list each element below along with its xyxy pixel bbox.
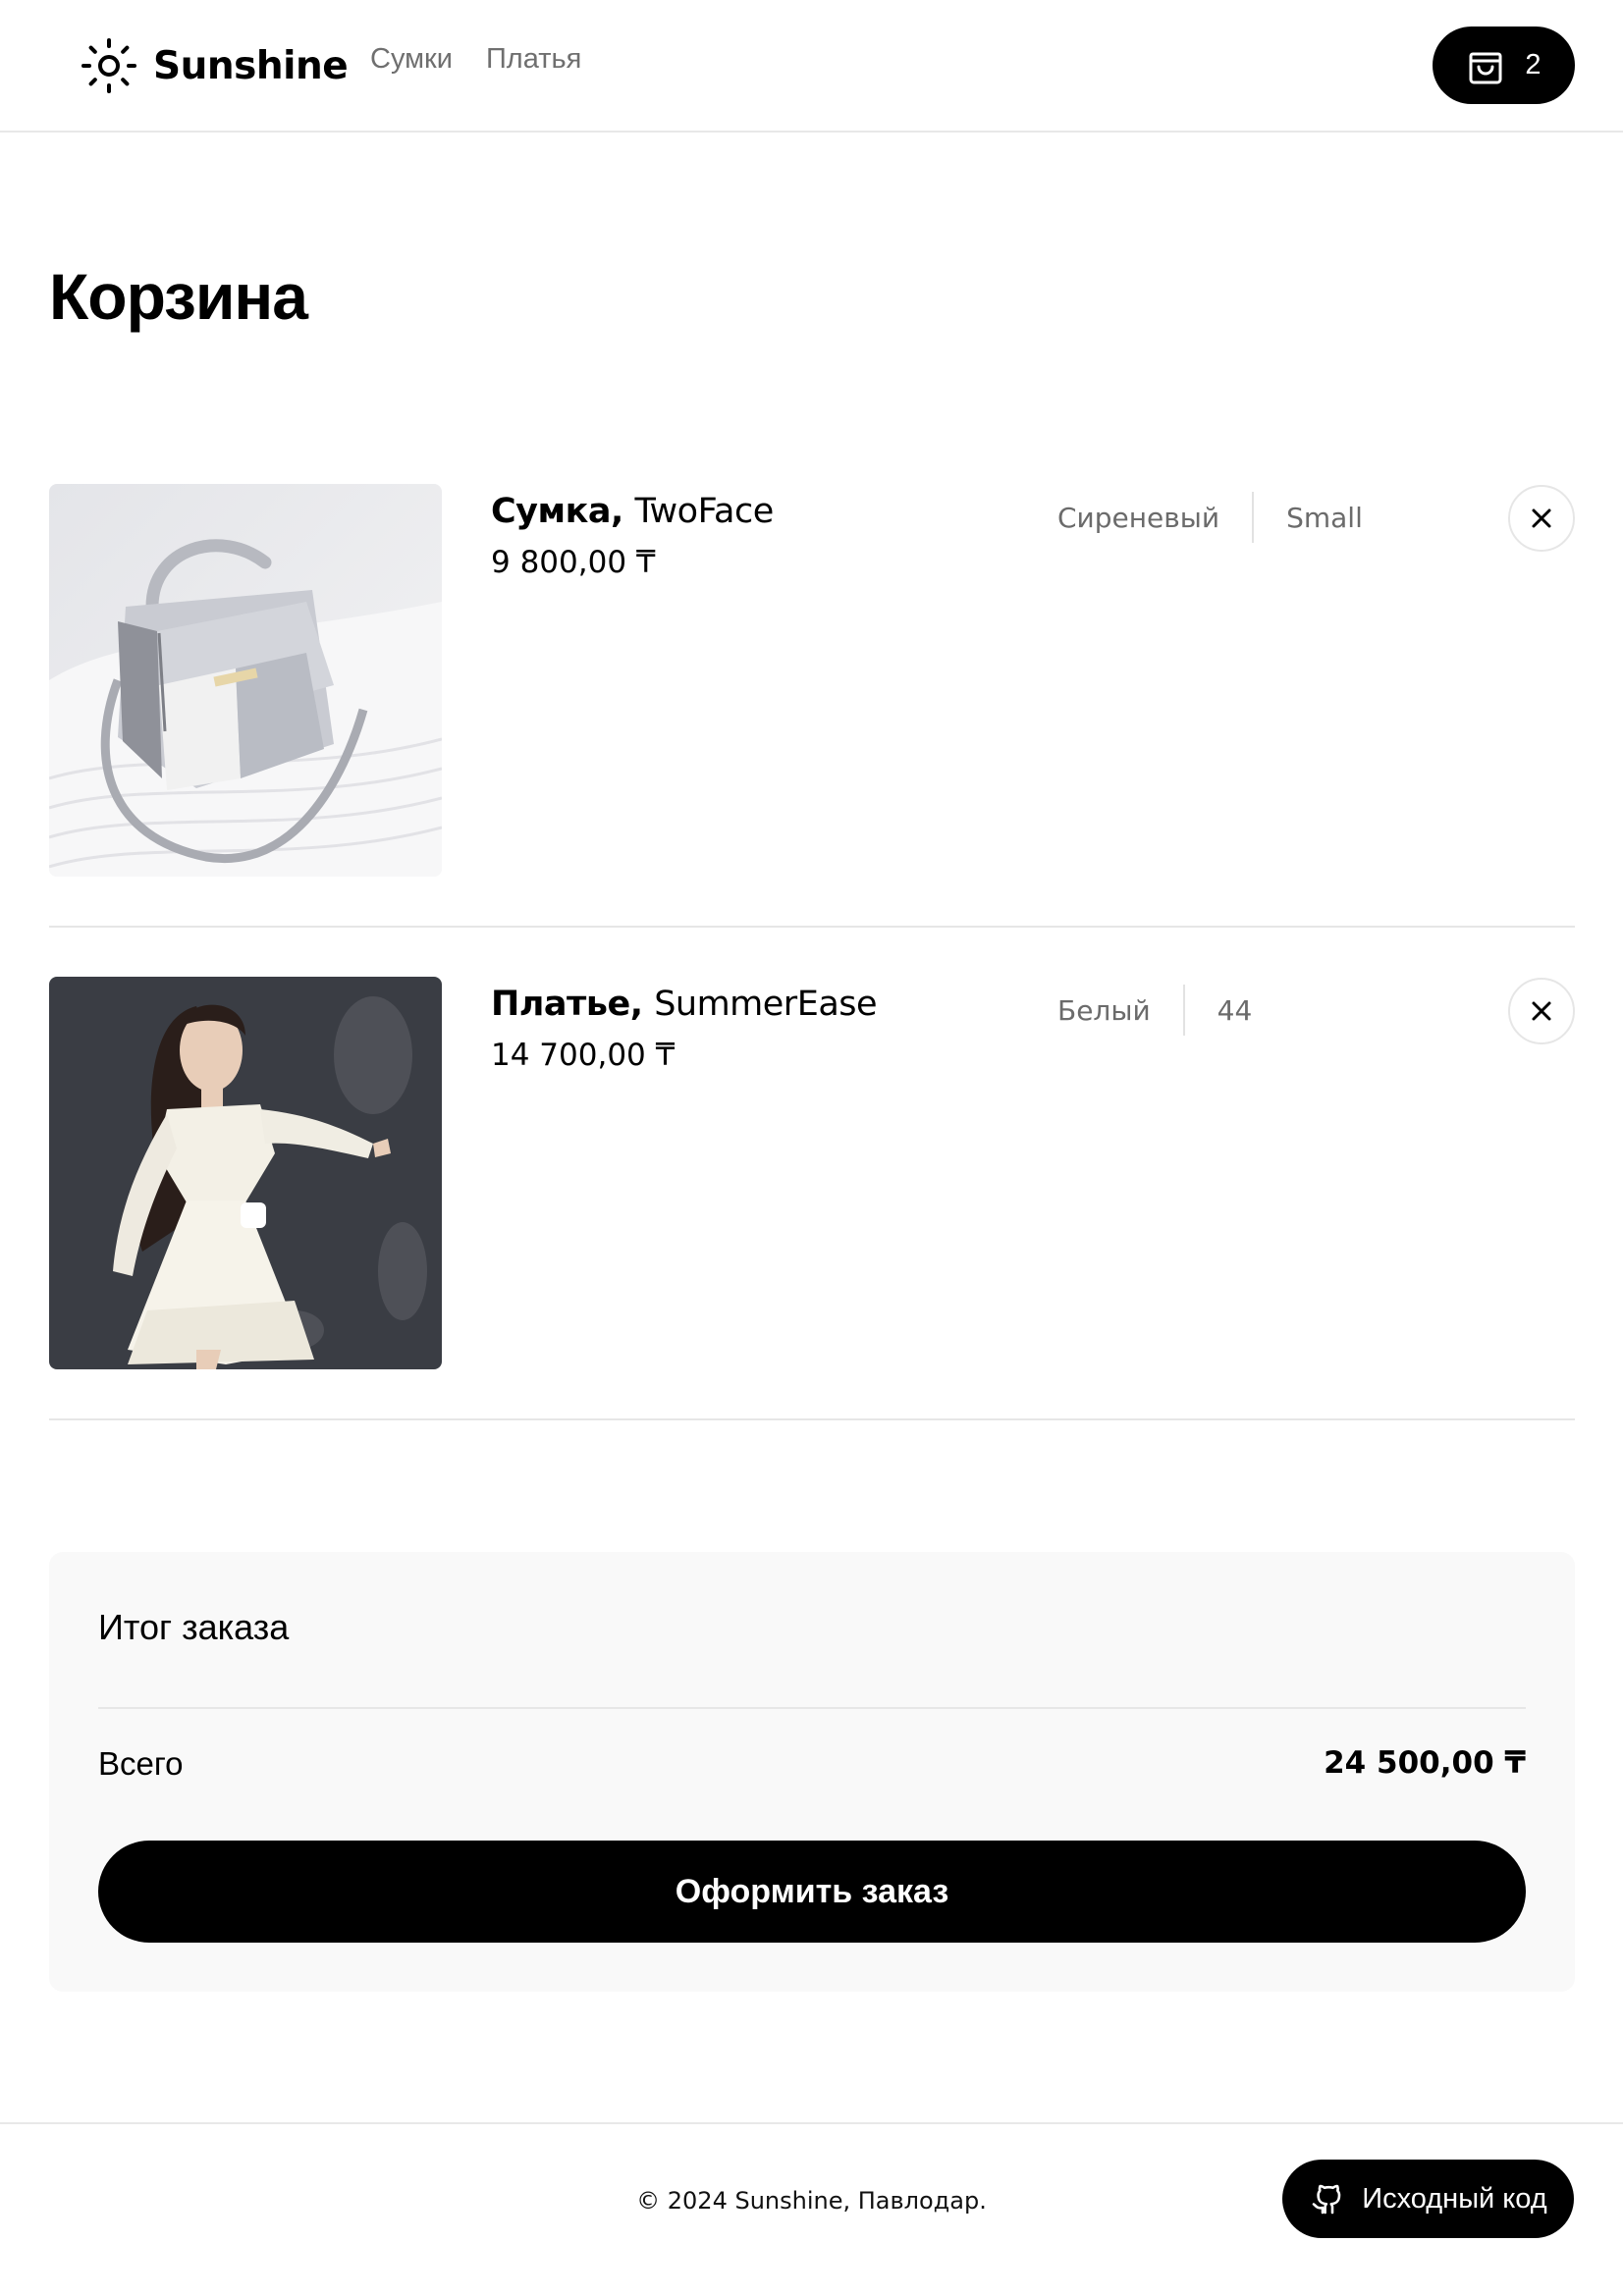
product-price: 9 800,00 ₸: [491, 545, 656, 580]
close-icon: [1532, 508, 1551, 528]
checkout-button[interactable]: Оформить заказ: [98, 1841, 1526, 1943]
product-name-type: Сумка,: [491, 492, 623, 531]
product-brand: SummerEase: [654, 985, 878, 1024]
logo[interactable]: Sunshine: [81, 35, 349, 96]
remove-item-button[interactable]: [1508, 978, 1575, 1044]
product-attributes: Белый 44: [1057, 985, 1253, 1036]
github-icon: [1312, 2184, 1341, 2215]
source-code-label: Исходный код: [1362, 2182, 1547, 2215]
product-brand: TwoFace: [634, 492, 774, 531]
summary-divider: [98, 1707, 1526, 1709]
cart-item: Платье, SummerEase 14 700,00 ₸ Белый 44: [49, 977, 1575, 1420]
cart-item: Сумка, TwoFace 9 800,00 ₸ Сиреневый Smal…: [49, 484, 1575, 928]
product-color: Сиреневый: [1057, 501, 1220, 534]
product-size: 44: [1217, 993, 1253, 1027]
source-code-button[interactable]: Исходный код: [1282, 2160, 1574, 2238]
total-label: Всего: [98, 1745, 184, 1782]
nav-link-bags[interactable]: Сумки: [370, 43, 453, 76]
product-price: 14 700,00 ₸: [491, 1038, 676, 1073]
attribute-divider: [1182, 985, 1185, 1036]
nav-link-dresses[interactable]: Платья: [486, 43, 581, 76]
product-size: Small: [1286, 501, 1363, 534]
summary-title: Итог заказа: [98, 1607, 290, 1647]
cart-count: 2: [1525, 49, 1542, 80]
close-icon: [1532, 1001, 1551, 1021]
total-value: 24 500,00 ₸: [1324, 1745, 1526, 1781]
sun-icon: [81, 38, 136, 93]
product-attributes: Сиреневый Small: [1057, 492, 1363, 543]
main-nav: Сумки Платья: [370, 43, 581, 76]
product-name[interactable]: Платье, SummerEase: [491, 985, 878, 1024]
product-image-dress[interactable]: [49, 977, 442, 1369]
page-title: Корзина: [49, 260, 308, 333]
site-header: Sunshine Сумки Платья 2: [0, 0, 1623, 133]
cart-page: Sunshine Сумки Платья 2 Корзина Сумка, T…: [0, 0, 1623, 2296]
product-image-handbag[interactable]: [49, 484, 442, 877]
logo-text: Sunshine: [153, 43, 349, 88]
product-name-type: Платье,: [491, 985, 643, 1024]
site-footer: © 2024 Sunshine, Павлодар. Исходный код: [0, 2122, 1623, 2296]
product-name[interactable]: Сумка, TwoFace: [491, 492, 774, 531]
shopping-bag-icon: [1469, 52, 1502, 83]
remove-item-button[interactable]: [1508, 485, 1575, 552]
order-summary: Итог заказа Всего 24 500,00 ₸ Оформить з…: [49, 1552, 1575, 1992]
attribute-divider: [1252, 492, 1255, 543]
handbag-photo: [49, 484, 442, 877]
product-color: Белый: [1057, 993, 1151, 1027]
cart-button[interactable]: 2: [1433, 27, 1575, 104]
dress-photo: [49, 977, 442, 1369]
